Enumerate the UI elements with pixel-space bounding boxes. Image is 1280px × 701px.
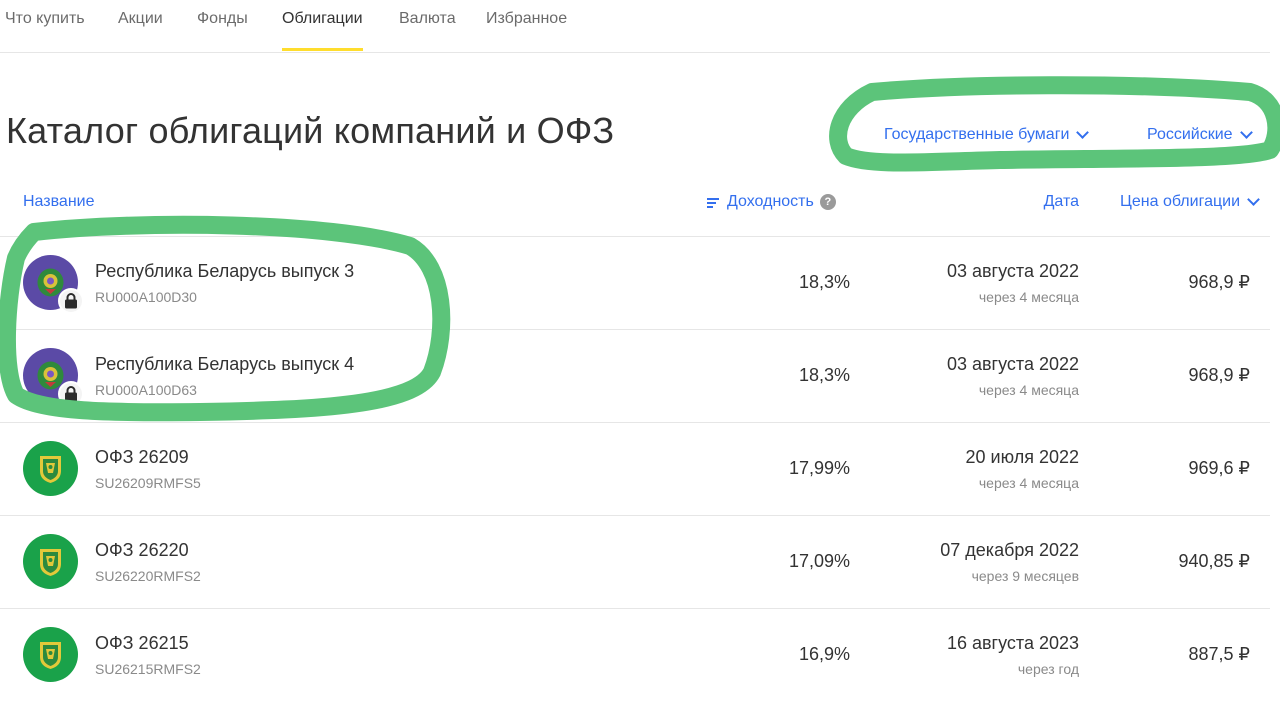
bond-maturity-date: 16 августа 2023 bbox=[946, 633, 1079, 653]
minfin-emblem-icon bbox=[23, 534, 78, 589]
bond-name: ОФЗ 26209 bbox=[95, 447, 189, 467]
filter-origin-dropdown[interactable]: Российские bbox=[1147, 126, 1253, 144]
page-title: Каталог облигаций компаний и ОФЗ bbox=[6, 110, 615, 151]
minfin-emblem-icon bbox=[23, 441, 78, 496]
highlight-marker-filters bbox=[829, 76, 1280, 172]
bond-price: 969,6 ₽ bbox=[1188, 458, 1251, 478]
table-row[interactable]: ОФЗ 26220 SU26220RMFS2 17,09% 07 декабря… bbox=[0, 516, 1270, 609]
tab-stocks[interactable]: Акции bbox=[118, 10, 163, 28]
chevron-down-icon bbox=[1247, 193, 1260, 206]
table-row[interactable]: ОФЗ 26209 SU26209RMFS5 17,99% 20 июля 20… bbox=[0, 423, 1270, 516]
bond-isin: RU000A100D30 bbox=[95, 289, 197, 305]
bond-isin: SU26220RMFS2 bbox=[95, 568, 201, 584]
bond-price: 940,85 ₽ bbox=[1178, 551, 1250, 571]
table-row[interactable]: ОФЗ 26215 SU26215RMFS2 16,9% 16 августа … bbox=[0, 609, 1270, 701]
filter-type-label: Государственные бумаги bbox=[884, 126, 1070, 143]
sort-icon bbox=[707, 197, 719, 208]
bond-isin: SU26215RMFS2 bbox=[95, 661, 201, 677]
column-header-name[interactable]: Название bbox=[23, 193, 95, 211]
top-nav: Что купить Акции Фонды Облигации Валюта … bbox=[0, 0, 1270, 53]
lock-icon bbox=[58, 381, 84, 407]
bond-maturity-date: 20 июля 2022 bbox=[965, 447, 1079, 467]
bond-maturity-note: через год bbox=[1017, 661, 1079, 677]
belarus-emblem-icon bbox=[23, 255, 84, 314]
table-row[interactable]: Республика Беларусь выпуск 3 RU000A100D3… bbox=[0, 237, 1270, 330]
column-header-date[interactable]: Дата bbox=[1044, 193, 1079, 211]
bond-yield: 17,09% bbox=[788, 551, 850, 571]
column-header-yield-label: Доходность bbox=[727, 193, 814, 210]
bond-isin: SU26209RMFS5 bbox=[95, 475, 201, 491]
filter-type-dropdown[interactable]: Государственные бумаги bbox=[884, 126, 1090, 144]
bonds-table: Республика Беларусь выпуск 3 RU000A100D3… bbox=[0, 236, 1270, 701]
column-header-name-label: Название bbox=[23, 193, 95, 210]
bond-yield: 18,3% bbox=[798, 272, 850, 292]
tab-funds[interactable]: Фонды bbox=[197, 10, 248, 28]
bond-maturity-note: через 9 месяцев bbox=[971, 568, 1079, 584]
bond-price: 968,9 ₽ bbox=[1188, 272, 1251, 292]
bond-name: Республика Беларусь выпуск 4 bbox=[95, 354, 355, 374]
bond-price: 887,5 ₽ bbox=[1188, 644, 1251, 664]
bond-maturity-note: через 4 месяца bbox=[978, 475, 1079, 491]
bond-price: 968,9 ₽ bbox=[1188, 365, 1251, 385]
bond-isin: RU000A100D63 bbox=[95, 382, 197, 398]
bond-name: ОФЗ 26215 bbox=[95, 633, 189, 653]
filter-origin-label: Российские bbox=[1147, 126, 1233, 143]
chevron-down-icon bbox=[1076, 126, 1090, 139]
column-header-date-label: Дата bbox=[1043, 193, 1079, 210]
tab-what-to-buy[interactable]: Что купить bbox=[5, 10, 85, 28]
column-header-price-label: Цена облигации bbox=[1120, 193, 1240, 210]
tab-favorites[interactable]: Избранное bbox=[486, 10, 567, 28]
belarus-emblem-icon bbox=[23, 348, 84, 407]
table-row[interactable]: Республика Беларусь выпуск 4 RU000A100D6… bbox=[0, 330, 1270, 423]
lock-icon bbox=[58, 288, 84, 314]
column-header-yield[interactable]: Доходность ? bbox=[707, 193, 836, 211]
bond-yield: 18,3% bbox=[798, 365, 850, 385]
bond-maturity-note: через 4 месяца bbox=[978, 382, 1079, 398]
bond-yield: 16,9% bbox=[798, 644, 850, 664]
tab-currency[interactable]: Валюта bbox=[399, 10, 456, 28]
tab-bonds[interactable]: Облигации bbox=[282, 10, 363, 51]
bond-yield: 17,99% bbox=[788, 458, 850, 478]
minfin-emblem-icon bbox=[23, 627, 78, 682]
bond-maturity-date: 07 декабря 2022 bbox=[940, 540, 1079, 560]
bond-maturity-date: 03 августа 2022 bbox=[946, 354, 1079, 374]
bond-name: Республика Беларусь выпуск 3 bbox=[95, 261, 355, 281]
bond-maturity-note: через 4 месяца bbox=[978, 289, 1079, 305]
help-icon[interactable]: ? bbox=[819, 194, 836, 210]
chevron-down-icon bbox=[1239, 126, 1253, 139]
bond-name: ОФЗ 26220 bbox=[95, 540, 189, 560]
bond-maturity-date: 03 августа 2022 bbox=[946, 261, 1079, 281]
column-header-price[interactable]: Цена облигации bbox=[1120, 193, 1260, 211]
